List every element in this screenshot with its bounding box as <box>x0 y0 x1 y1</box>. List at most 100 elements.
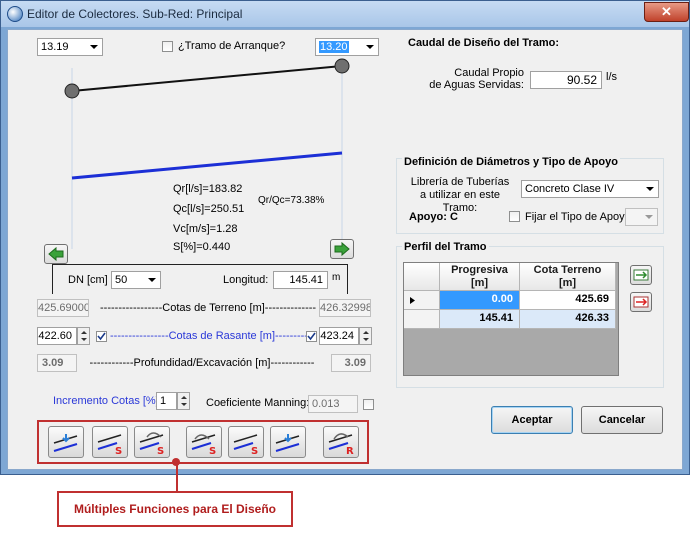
longitud-unit: m <box>332 272 341 283</box>
longitud-field[interactable]: 145.41 <box>273 271 328 289</box>
dn-combo[interactable]: 50 <box>111 271 161 289</box>
header-cota-terreno: Cota Terreno [m] <box>520 263 616 291</box>
design-function-4-button[interactable]: S <box>186 426 222 458</box>
title-bar: Editor de Colectores. Sub-Red: Principal… <box>1 1 689 27</box>
rasante-left-field[interactable]: 422.60 <box>37 327 77 345</box>
design-function-1-button[interactable] <box>48 426 84 458</box>
pipe-slope-icon: S <box>97 434 122 457</box>
qc-metric: Qc[l/s]=250.51 <box>173 203 245 215</box>
caudal-title: Caudal de Diseño del Tramo: <box>408 37 559 49</box>
caudal-label-line2: de Aguas Servidas: <box>429 79 524 91</box>
libreria-label-line1: Librería de Tuberías <box>410 176 510 188</box>
close-button[interactable]: ✕ <box>644 2 689 22</box>
caudal-label: Caudal Propio de Aguas Servidas: <box>428 67 524 91</box>
qr-metric: Qr[l/s]=183.82 <box>173 183 243 195</box>
current-row-icon <box>410 297 415 304</box>
ratio-metric: Qr/Qc=73.38% <box>258 195 325 206</box>
start-manhole <box>64 83 80 99</box>
table-cell-cota-2[interactable]: 426.33 <box>520 310 616 329</box>
header-cota-text: Cota Terreno [m] <box>533 264 602 289</box>
design-function-3-button[interactable]: S <box>134 426 170 458</box>
design-function-2-button[interactable]: S <box>92 426 128 458</box>
rasante-right-checkbox[interactable] <box>306 331 317 342</box>
profundidad-label: ------------Profundidad/Excavación [m]--… <box>89 357 315 369</box>
dropdown-arrow-icon <box>148 278 156 282</box>
perfil-table: Progresiva [m] Cota Terreno [m] 0.00 425… <box>403 262 619 376</box>
add-row-icon <box>633 269 649 281</box>
next-button[interactable] <box>330 239 354 259</box>
tramo-arranque-label: ¿Tramo de Arranque? <box>178 40 286 52</box>
pipe-slope-icon: S <box>233 434 258 457</box>
design-function-7-button[interactable]: R <box>323 426 359 458</box>
table-cell-progresiva-1[interactable]: 0.00 <box>440 291 520 310</box>
dn-label: DN [cm] <box>68 274 108 286</box>
delete-row-button[interactable] <box>630 292 652 312</box>
window-title: Editor de Colectores. Sub-Red: Principal <box>27 7 243 21</box>
row-selector-1[interactable] <box>404 291 440 310</box>
design-function-5-button[interactable]: S <box>228 426 264 458</box>
pipe-reset-icon: R <box>328 433 354 457</box>
caudal-unit: l/s <box>606 71 617 83</box>
incremento-spinner[interactable] <box>177 392 190 410</box>
svg-text:R: R <box>346 446 354 457</box>
apoyo-type-combo[interactable] <box>625 208 658 226</box>
rasante-right-spinner[interactable] <box>359 327 372 345</box>
previous-button[interactable] <box>44 244 68 264</box>
table-cell-cota-1[interactable]: 425.69 <box>520 291 616 310</box>
prof-left-field[interactable]: 3.09 <box>37 354 77 372</box>
dropdown-arrow-icon <box>90 45 98 49</box>
table-corner <box>404 263 440 291</box>
end-node-value: 13.20 <box>319 41 349 53</box>
manning-checkbox[interactable] <box>363 399 374 410</box>
svg-text:S: S <box>251 446 258 457</box>
left-frame-line <box>52 264 53 294</box>
table-cell-progresiva-2[interactable]: 145.41 <box>440 310 520 329</box>
arrow-right-icon <box>334 241 350 257</box>
vc-metric: Vc[m/s]=1.28 <box>173 223 238 235</box>
row-selector-2[interactable] <box>404 310 440 329</box>
client-area: 13.19 ¿Tramo de Arranque? 13.20 Qr[l/s]=… <box>7 29 683 470</box>
libreria-label: Librería de Tuberías a utilizar en este … <box>402 176 518 215</box>
prof-right-field[interactable]: 3.09 <box>331 354 371 372</box>
rasante-right-field[interactable]: 423.24 <box>319 327 359 345</box>
svg-text:S: S <box>209 446 216 457</box>
svg-text:S: S <box>157 446 164 457</box>
terreno-left-field[interactable]: 425.69000 <box>37 299 89 317</box>
callout-dot <box>172 458 180 466</box>
header-progresiva: Progresiva [m] <box>440 263 520 291</box>
rasante-left-checkbox[interactable] <box>96 331 107 342</box>
caudal-label-line1: Caudal Propio <box>454 67 524 79</box>
caudal-field[interactable]: 90.52 <box>530 71 602 89</box>
libreria-combo[interactable]: Concreto Clase IV <box>521 180 659 198</box>
dropdown-arrow-icon <box>645 215 653 219</box>
aceptar-button[interactable]: Aceptar <box>491 406 573 434</box>
terrain-line <box>71 65 343 92</box>
app-icon <box>7 6 23 22</box>
libreria-value: Concreto Clase IV <box>525 183 615 195</box>
pipe-design-icon <box>275 434 300 452</box>
design-function-6-button[interactable] <box>270 426 306 458</box>
fijar-apoyo-checkbox[interactable] <box>509 211 520 222</box>
tramo-arranque-checkbox[interactable] <box>162 41 173 52</box>
apoyo-label: Apoyo: C <box>409 211 458 223</box>
fijar-apoyo-label: Fijar el Tipo de Apoyo: <box>525 211 634 223</box>
callout-box: Múltiples Funciones para El Diseño <box>57 491 293 527</box>
pipe-design-icon <box>53 434 78 452</box>
dropdown-arrow-icon <box>646 187 654 191</box>
add-row-button[interactable] <box>630 265 652 285</box>
divider-line <box>52 264 348 265</box>
start-node-value: 13.19 <box>41 41 69 53</box>
cotas-terreno-label: -----------------Cotas de Terreno [m]---… <box>100 302 316 314</box>
incremento-label: Incremento Cotas [%]: <box>53 395 162 407</box>
manning-field[interactable]: 0.013 <box>308 395 358 413</box>
checkmark-icon <box>307 332 316 341</box>
terreno-right-field[interactable]: 426.32998 <box>319 299 371 317</box>
incremento-field[interactable]: 1 <box>156 392 177 410</box>
cancelar-button[interactable]: Cancelar <box>581 406 663 434</box>
rasante-left-spinner[interactable] <box>77 327 90 345</box>
diametros-title: Definición de Diámetros y Tipo de Apoyo <box>402 156 620 168</box>
checkmark-icon <box>97 332 106 341</box>
manning-label: Coeficiente Manning: <box>206 397 310 409</box>
editor-window: Editor de Colectores. Sub-Red: Principal… <box>0 0 690 475</box>
dropdown-arrow-icon <box>366 45 374 49</box>
